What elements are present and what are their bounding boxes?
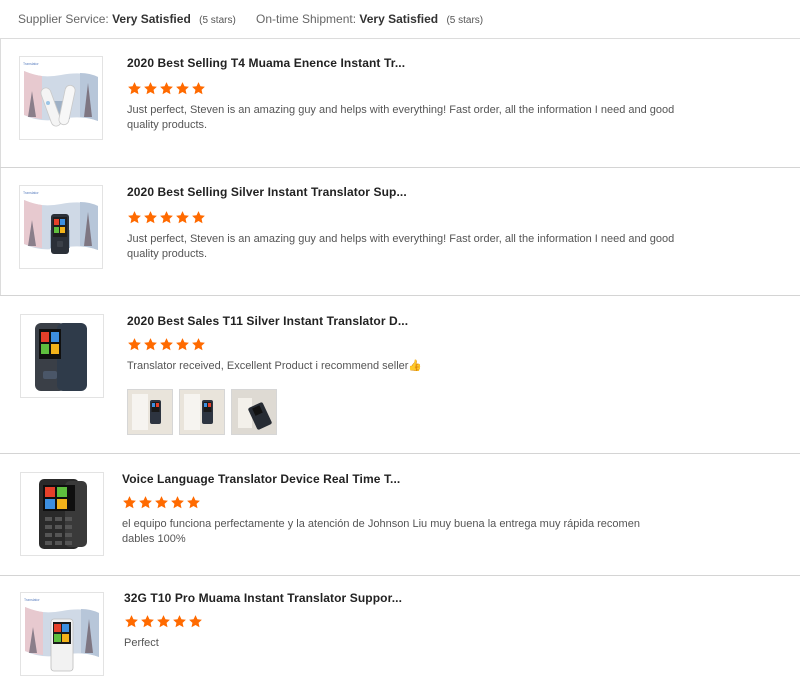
star-icon: [124, 614, 139, 629]
review-comment: el equipo funciona perfectamente y la at…: [122, 518, 640, 545]
buyer-photo-thumbnail[interactable]: [179, 389, 225, 435]
review-item: 2020 Best Selling Silver Instant Transla…: [0, 168, 800, 295]
ontime-shipment-note: (5 stars): [446, 15, 484, 26]
review-comment: Just perfect, Steven is an amazing guy a…: [127, 233, 675, 260]
star-icon: [191, 81, 206, 96]
review-product-title[interactable]: 2020 Best Selling Silver Instant Transla…: [127, 185, 407, 199]
star-icon: [170, 495, 185, 510]
supplier-service-note: (5 stars): [199, 15, 236, 26]
star-icon: [188, 614, 203, 629]
star-icon: [175, 210, 190, 225]
star-icon: [159, 81, 174, 96]
review-item: 2020 Best Sales T11 Silver Instant Trans…: [0, 296, 800, 453]
review-item: 32G T10 Pro Muama Instant Translator Sup…: [0, 576, 800, 692]
star-icon: [122, 495, 137, 510]
review-comment: Translator received, Excellent Product i…: [127, 360, 423, 372]
review-star-rating: [127, 337, 207, 353]
star-icon: [127, 337, 142, 352]
voice-translator-product-image[interactable]: [20, 472, 104, 556]
supplier-service-rating: Supplier Service: Very Satisfied (5 star…: [18, 12, 236, 26]
star-icon: [127, 81, 142, 96]
star-icon: [140, 614, 155, 629]
ontime-shipment-rating: On-time Shipment: Very Satisfied (5 star…: [256, 12, 483, 26]
review-comment: Perfect: [124, 637, 159, 649]
star-icon: [172, 614, 187, 629]
supplier-service-label: Supplier Service:: [18, 12, 109, 26]
star-icon: [191, 337, 206, 352]
review-item: 2020 Best Selling T4 Muama Enence Instan…: [0, 39, 800, 167]
star-icon: [154, 495, 169, 510]
star-icon: [186, 495, 201, 510]
star-icon: [159, 337, 174, 352]
review-photos: [127, 389, 283, 435]
star-icon: [156, 614, 171, 629]
review-product-title[interactable]: 2020 Best Sales T11 Silver Instant Trans…: [127, 314, 408, 328]
rating-summary-bar: Supplier Service: Very Satisfied (5 star…: [0, 0, 800, 39]
star-icon: [191, 210, 206, 225]
review-star-rating: [127, 81, 207, 97]
review-product-title[interactable]: 2020 Best Selling T4 Muama Enence Instan…: [127, 56, 405, 70]
review-product-title[interactable]: Voice Language Translator Device Real Ti…: [122, 472, 400, 486]
translator-silver-product-image[interactable]: [19, 185, 103, 269]
ontime-shipment-value: Very Satisfied: [359, 12, 439, 26]
review-comment: Just perfect, Steven is an amazing guy a…: [127, 104, 675, 131]
star-icon: [138, 495, 153, 510]
translator-t4-product-image[interactable]: [19, 56, 103, 140]
star-icon: [143, 81, 158, 96]
star-icon: [143, 337, 158, 352]
star-icon: [127, 210, 142, 225]
supplier-service-value: Very Satisfied: [112, 12, 191, 26]
review-item: Voice Language Translator Device Real Ti…: [0, 454, 800, 575]
translator-t11-product-image[interactable]: [20, 314, 104, 398]
star-icon: [175, 81, 190, 96]
star-icon: [143, 210, 158, 225]
ontime-shipment-label: On-time Shipment:: [256, 12, 357, 26]
buyer-photo-thumbnail[interactable]: [231, 389, 277, 435]
review-star-rating: [127, 210, 207, 226]
translator-t10-product-image[interactable]: [20, 592, 104, 676]
buyer-photo-thumbnail[interactable]: [127, 389, 173, 435]
review-star-rating: [124, 614, 204, 630]
review-star-rating: [122, 495, 202, 511]
star-icon: [175, 337, 190, 352]
star-icon: [159, 210, 174, 225]
review-product-title[interactable]: 32G T10 Pro Muama Instant Translator Sup…: [124, 591, 402, 605]
